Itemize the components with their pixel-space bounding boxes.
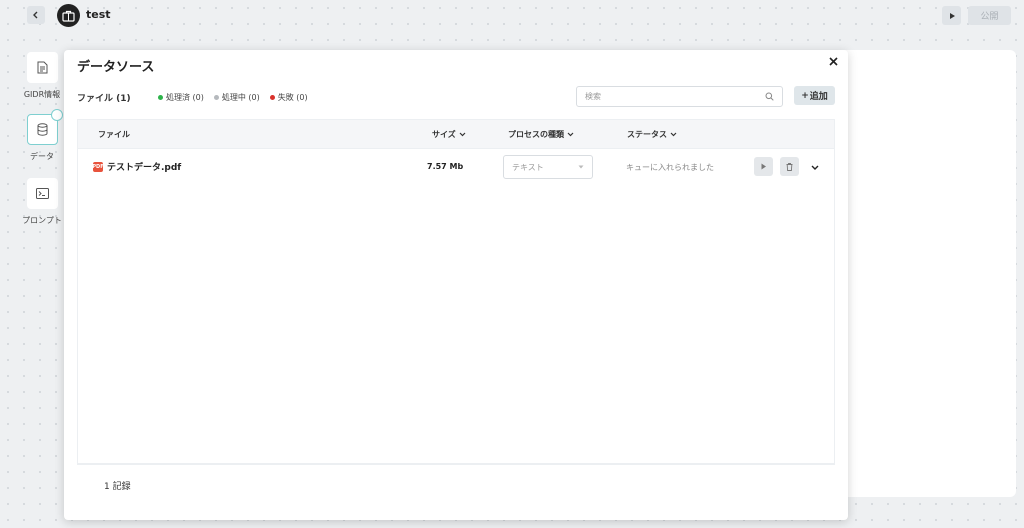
column-label: ファイル xyxy=(98,130,130,139)
column-header-file: ファイル xyxy=(98,129,130,140)
pdf-icon: PDF xyxy=(92,161,104,172)
record-count: 1 記録 xyxy=(104,482,131,492)
chevron-down-icon xyxy=(811,165,819,170)
legend-processed: 処理済 (0) xyxy=(158,92,204,103)
files-table: ファイル サイズ プロセスの種類 ステータス PDF テストデータ.pdf 7.… xyxy=(77,119,835,465)
top-bar: test 公開 xyxy=(0,0,1024,32)
delete-button[interactable] xyxy=(780,157,799,176)
status-dot xyxy=(213,95,219,100)
caret-down-icon xyxy=(578,165,584,169)
rail-tile[interactable] xyxy=(26,109,63,145)
rail-item-label: データ xyxy=(30,152,54,161)
publish-button[interactable]: 公開 xyxy=(968,6,1011,25)
chevron-left-icon xyxy=(33,11,38,19)
add-button[interactable]: + 追加 xyxy=(794,86,835,105)
database-icon xyxy=(37,123,47,136)
trash-icon xyxy=(786,162,793,171)
document-icon xyxy=(37,61,47,74)
close-button[interactable] xyxy=(826,54,840,68)
briefcase-icon xyxy=(62,10,75,22)
process-type-select[interactable]: テキスト xyxy=(503,155,593,179)
rail-tile[interactable] xyxy=(26,52,58,83)
data-source-modal: データソース ファイル (1) 処理済 (0) 処理中 (0) 失敗 (0) 検… xyxy=(64,50,848,520)
canvas-panel xyxy=(840,50,1016,497)
rail-item-gidr-info[interactable]: GIDR情報 xyxy=(12,52,72,100)
legend-label: 失敗 (0) xyxy=(277,93,308,102)
run-button[interactable] xyxy=(942,6,961,25)
app-title: test xyxy=(86,8,111,21)
connector-handle[interactable] xyxy=(50,109,63,121)
legend-label: 処理済 (0) xyxy=(166,93,204,102)
footer-divider xyxy=(77,463,835,464)
add-button-label: 追加 xyxy=(809,92,828,102)
file-size: 7.57 Mb xyxy=(427,162,464,171)
process-button[interactable] xyxy=(754,157,773,176)
plus-icon: + xyxy=(801,90,809,101)
status-dot xyxy=(158,95,163,100)
column-label: サイズ xyxy=(432,130,456,139)
column-header-process-type[interactable]: プロセスの種類 xyxy=(508,129,574,140)
rail-item-data[interactable]: データ xyxy=(12,109,72,162)
column-header-status[interactable]: ステータス xyxy=(627,129,677,140)
legend-processing: 処理中 (0) xyxy=(213,92,260,103)
column-header-size[interactable]: サイズ xyxy=(432,129,466,140)
rail-tile[interactable] xyxy=(26,178,58,209)
chevron-down-icon xyxy=(670,132,677,137)
column-label: プロセスの種類 xyxy=(508,130,564,139)
search-placeholder: 検索 xyxy=(585,92,601,101)
legend-failed: 失敗 (0) xyxy=(269,92,308,103)
modal-title: データソース xyxy=(77,60,155,75)
files-count-label: ファイル (1) xyxy=(77,94,131,104)
expand-row-button[interactable] xyxy=(809,161,821,173)
terminal-icon xyxy=(35,188,49,199)
table-header: ファイル サイズ プロセスの種類 ステータス xyxy=(78,120,834,148)
play-icon xyxy=(949,12,955,19)
status-legend: 処理済 (0) 処理中 (0) 失敗 (0) xyxy=(158,92,308,103)
back-button[interactable] xyxy=(27,6,45,24)
status-dot xyxy=(269,95,275,100)
app-logo xyxy=(57,4,80,27)
column-label: ステータス xyxy=(627,130,667,139)
search-icon xyxy=(765,92,774,101)
play-icon xyxy=(761,163,766,170)
status-text: キューに入れられました xyxy=(626,163,714,172)
table-row: PDF テストデータ.pdf 7.57 Mb テキスト キューに入れられました xyxy=(78,148,834,186)
chevron-down-icon xyxy=(459,132,466,137)
legend-label: 処理中 (0) xyxy=(221,93,260,102)
rail-item-label: プロンプト xyxy=(22,216,62,225)
file-name: テストデータ.pdf xyxy=(107,163,182,173)
close-icon xyxy=(828,56,838,66)
file-cell: PDF テストデータ.pdf xyxy=(92,160,182,173)
rail-item-label: GIDR情報 xyxy=(23,90,61,99)
chevron-down-icon xyxy=(567,132,574,137)
process-type-value: テキスト xyxy=(512,162,544,172)
rail-item-prompt[interactable]: プロンプト xyxy=(12,178,72,226)
search-input[interactable]: 検索 xyxy=(576,86,783,107)
